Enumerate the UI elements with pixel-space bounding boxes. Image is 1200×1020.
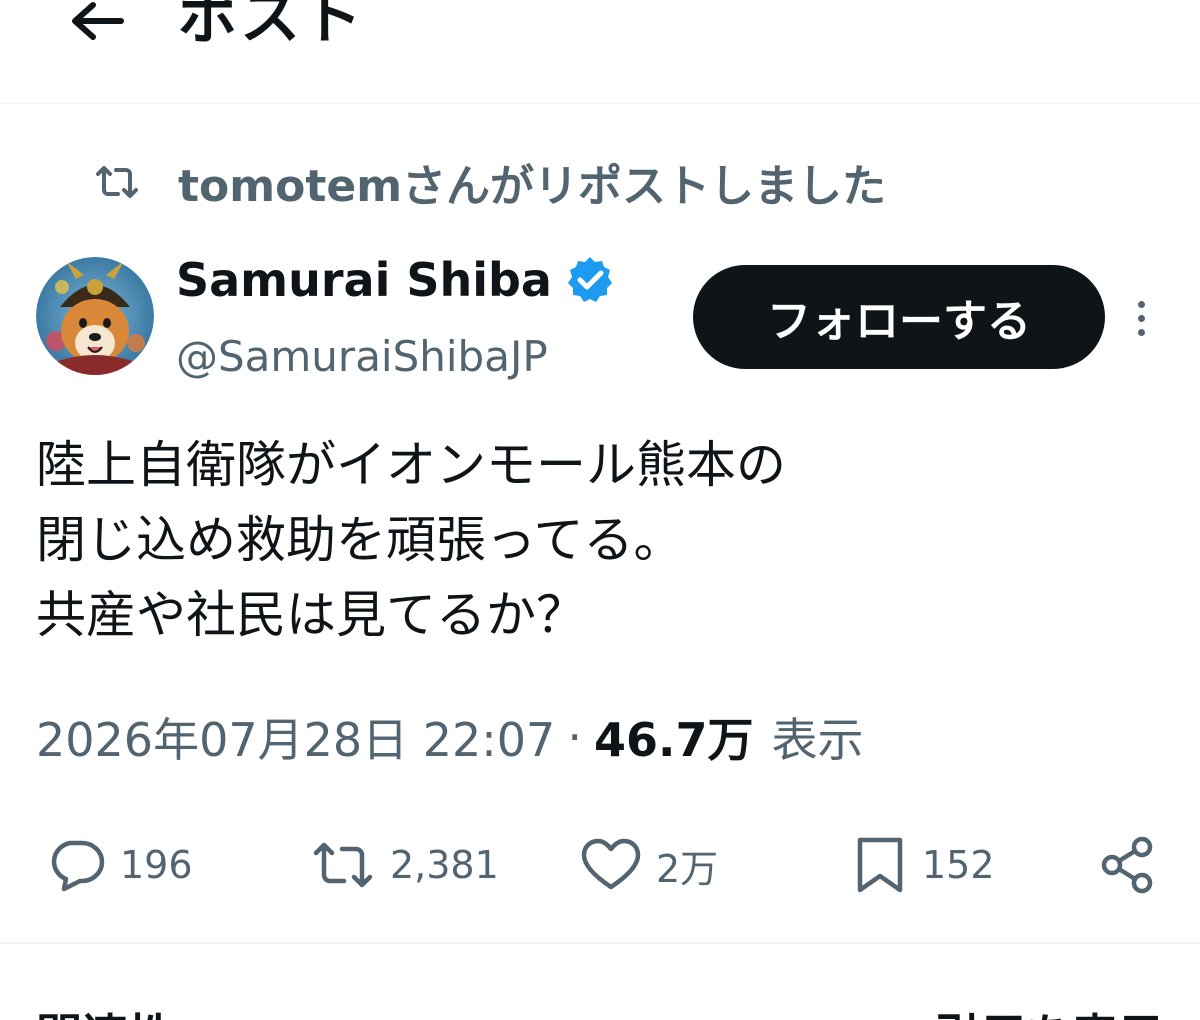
- meta-separator: ·: [567, 710, 582, 764]
- views-label: 表示: [771, 713, 864, 767]
- tweet-text: 陸上自衛隊がイオンモール熊本の 閉じ込め救助を頑張ってる。 共産や社民は見てるか…: [36, 428, 1156, 653]
- samurai-shiba-avatar: [36, 257, 154, 375]
- page-title: ポスト: [178, 0, 364, 53]
- back-button[interactable]: [62, 0, 132, 50]
- repost-icon: [313, 842, 373, 888]
- reply-icon: [51, 840, 105, 892]
- reply-count: 196: [120, 843, 193, 887]
- more-options-button[interactable]: [1122, 292, 1160, 344]
- share-icon: [1101, 836, 1153, 894]
- tweet-text-line: 共産や社民は見てるか？: [36, 586, 586, 644]
- share-button[interactable]: [1098, 820, 1158, 910]
- bookmark-icon: [857, 837, 903, 893]
- heart-icon: [581, 838, 641, 890]
- author-display-name[interactable]: Samurai Shiba: [176, 253, 552, 307]
- repost-count: 2,381: [390, 843, 499, 887]
- arrow-left-icon: [72, 2, 124, 40]
- repost-button[interactable]: 2,381: [310, 820, 499, 910]
- author-name-row: Samurai Shiba: [176, 248, 616, 312]
- tweet-text-line: 閉じ込め救助を頑張ってる。: [36, 511, 684, 569]
- section-divider: [0, 942, 1200, 944]
- post-page: ポスト tomotemさんがリポストしました Samurai Shiba @Sa…: [0, 0, 1200, 1020]
- more-vertical-icon: [1137, 300, 1145, 336]
- tweet-text-line: 陸上自衛隊がイオンモール熊本の: [36, 436, 786, 494]
- top-header: ポスト: [0, 0, 1200, 104]
- reply-button[interactable]: 196: [46, 820, 193, 910]
- timestamp[interactable]: 2026年07月28日 22:07: [36, 704, 555, 770]
- repost-text: tomotemさんがリポストしました: [178, 161, 887, 212]
- like-count: 2万: [656, 846, 719, 891]
- author-handle[interactable]: @SamuraiShibaJP: [176, 332, 548, 381]
- action-bar: 196 2,381 2万 152: [0, 820, 1200, 910]
- tweet-meta: 2026年07月28日 22:07 · 46.7万 表示: [36, 702, 863, 772]
- repost-icon: [92, 162, 142, 202]
- bookmark-count: 152: [922, 843, 995, 887]
- repost-context[interactable]: tomotemさんがリポストしました: [92, 152, 886, 212]
- like-button[interactable]: 2万: [580, 820, 718, 910]
- bookmark-button[interactable]: 152: [852, 820, 995, 910]
- follow-button[interactable]: フォローする: [693, 265, 1105, 369]
- related-section-title: 関連性: [36, 1000, 174, 1020]
- views-count[interactable]: 46.7万: [594, 704, 754, 770]
- show-quotes-link[interactable]: 引用を表示: [934, 1000, 1164, 1020]
- avatar[interactable]: [36, 257, 154, 375]
- verified-badge-icon: [567, 257, 612, 302]
